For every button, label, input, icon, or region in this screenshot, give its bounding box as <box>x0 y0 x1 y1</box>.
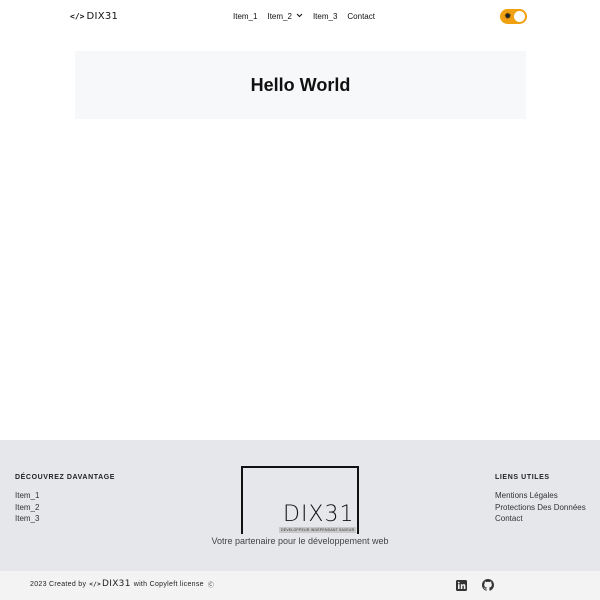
bottom-bar: 2023 Created by </> DIX31 with Copyleft … <box>0 571 600 600</box>
code-icon: </> <box>89 580 102 588</box>
site-logo[interactable]: </> DIX31 <box>70 11 118 22</box>
toggle-knob <box>514 11 525 22</box>
nav-item-2-dropdown[interactable]: Item_2 <box>267 12 303 21</box>
footer-link-privacy[interactable]: Protections Des Données <box>495 502 586 514</box>
copyleft-mark: Ⓒ <box>207 582 215 589</box>
footer-link-item-3[interactable]: Item_3 <box>15 513 115 525</box>
nav-item-contact[interactable]: Contact <box>347 12 375 21</box>
main-nav: Item_1 Item_2 Item_3 Contact <box>233 12 385 21</box>
footer-link-legal[interactable]: Mentions Légales <box>495 490 586 502</box>
page-title: Hello World <box>250 74 351 95</box>
sun-icon: ✹ <box>504 11 512 21</box>
copyright-created: 2023 Created by <box>30 580 87 588</box>
logo-text: DIX31 <box>86 11 119 22</box>
brand-name: DIX31 <box>283 502 355 527</box>
site-footer: DÉCOUVREZ DAVANTAGE Item_1 Item_2 Item_3… <box>0 440 600 571</box>
footer-useful-links-heading: LIENS UTILES <box>495 474 550 481</box>
brand-subtitle: DÉVELOPPEUR INDÉPENDANT SAVEUR <box>279 527 357 533</box>
footer-tagline: Votre partenaire pour le développement w… <box>211 536 389 546</box>
footer-discover-heading: DÉCOUVREZ DAVANTAGE <box>15 474 116 481</box>
code-icon: </> <box>70 12 85 21</box>
footer-brand-logo: DIX31 DÉVELOPPEUR INDÉPENDANT SAVEUR <box>241 466 359 534</box>
copyright-license: with Copyleft license <box>133 580 204 588</box>
footer-useful-links-column: LIENS UTILES Mentions Légales Protection… <box>495 474 586 525</box>
site-header: </> DIX31 Item_1 Item_2 Item_3 Contact ✹ <box>0 0 600 34</box>
footer-link-contact[interactable]: Contact <box>495 513 586 525</box>
bottom-logo-text: DIX31 <box>102 579 131 589</box>
chevron-down-icon <box>296 13 303 20</box>
nav-item-3[interactable]: Item_3 <box>313 12 337 21</box>
theme-toggle[interactable]: ✹ <box>500 9 527 24</box>
bottom-logo[interactable]: </> DIX31 <box>89 579 130 589</box>
linkedin-icon[interactable] <box>456 578 467 596</box>
footer-link-item-2[interactable]: Item_2 <box>15 502 115 514</box>
nav-item-2-label: Item_2 <box>267 12 292 21</box>
copyright: 2023 Created by </> DIX31 with Copyleft … <box>30 579 214 589</box>
footer-link-item-1[interactable]: Item_1 <box>15 490 115 502</box>
nav-item-1[interactable]: Item_1 <box>233 12 257 21</box>
footer-discover-column: DÉCOUVREZ DAVANTAGE Item_1 Item_2 Item_3 <box>15 474 115 525</box>
hero-banner: Hello World <box>75 51 526 119</box>
github-icon[interactable] <box>482 578 494 596</box>
